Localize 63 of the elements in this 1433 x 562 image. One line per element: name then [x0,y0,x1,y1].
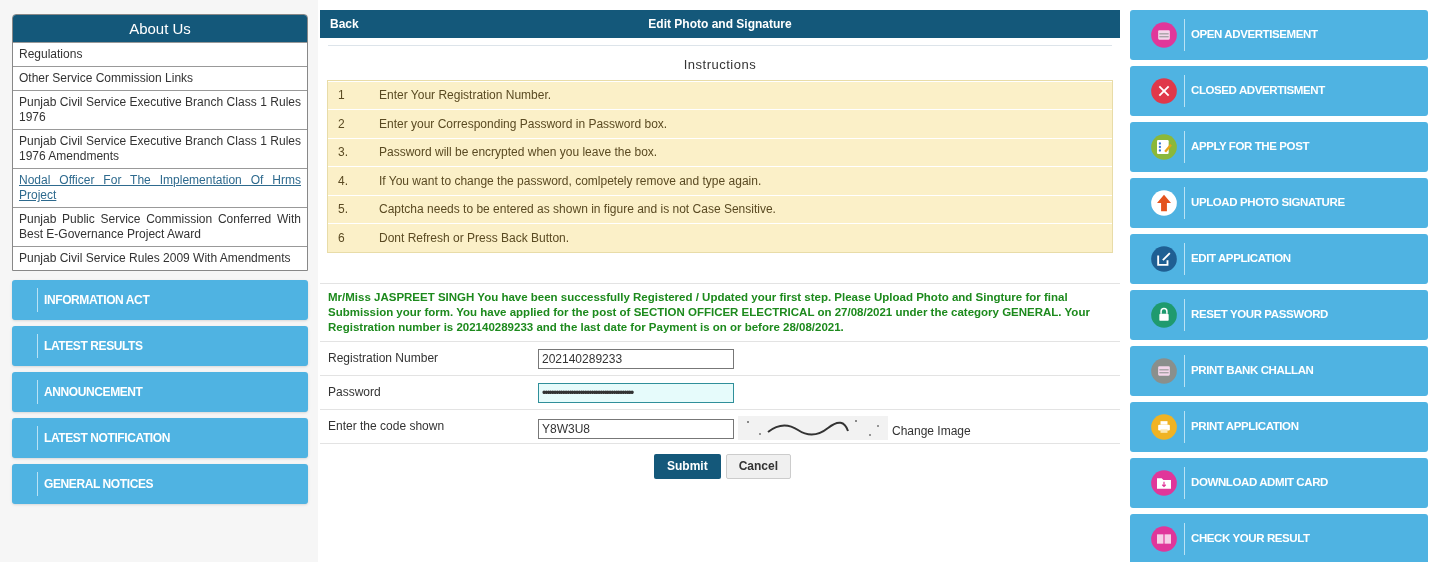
section-title: Instructions [682,56,758,74]
menu-label: EDIT APPLICATION [1184,243,1291,275]
submit-button[interactable]: Submit [654,453,721,479]
row-number: 2 [337,115,346,133]
about-item[interactable]: Other Service Commission Links [13,66,307,90]
menu-label: UPLOAD PHOTO SIGNATURE [1184,187,1345,219]
back-link[interactable]: Back [330,15,390,33]
menu-label: DOWNLOAD ADMIT CARD [1184,467,1328,499]
menu-label: OPEN ADVERTISEMENT [1184,19,1318,51]
instruction-text: Dont Refresh or Press Back Button. [379,229,570,247]
about-item[interactable]: Punjab Civil Service Rules 2009 With Amendments [13,246,307,270]
menu-button[interactable]: CHECK YOUR RESULT [1130,514,1428,562]
field-label: Password [328,383,382,401]
panel-title: About Us [13,15,307,42]
menu-button[interactable]: CLOSED ADVERTISMENT [1130,66,1428,116]
menu-label: PRINT APPLICATION [1184,411,1299,443]
menu-button[interactable]: PRINT APPLICATION [1130,402,1428,452]
instruction-text: Enter Your Registration Number. [379,87,552,105]
row-number: 4. [337,172,349,190]
menu-button[interactable]: UPLOAD PHOTO SIGNATURE [1130,178,1428,228]
menu-label: PRINT BANK CHALLAN [1184,355,1314,387]
menu-button[interactable]: LATEST NOTIFICATION [12,418,308,458]
about-item[interactable]: Punjab Civil Service Executive Branch Class 1 Rules 1976 Amendments [13,129,307,168]
menu-button[interactable]: PRINT BANK CHALLAN [1130,346,1428,396]
about-item[interactable]: Punjab Civil Service Executive Branch Class 1 Rules 1976 [13,90,307,129]
menu-button[interactable]: ANNOUNCEMENT [12,372,308,412]
about-item[interactable]: Punjab Public Service Commission Conferred With Best E-Governance Project Award [13,207,307,246]
menu-button[interactable]: APPLY FOR THE POST [1130,122,1428,172]
menu-button[interactable]: DOWNLOAD ADMIT CARD [1130,458,1428,508]
row-number: 3. [337,144,349,162]
menu-label: CHECK YOUR RESULT [1184,523,1310,555]
instruction-text: If You want to change the password, comlpetely remove and type again. [379,172,762,190]
menu-label: RESET YOUR PASSWORD [1184,299,1329,331]
row-number: 6 [337,229,346,247]
menu-label: APPLY FOR THE POST [1184,131,1310,163]
menu-button[interactable]: EDIT APPLICATION [1130,234,1428,284]
menu-label: LATEST NOTIFICATION [37,426,170,450]
menu-label: GENERAL NOTICES [37,472,154,496]
menu-button[interactable]: LATEST RESULTS [12,326,308,366]
menu-button[interactable]: RESET YOUR PASSWORD [1130,290,1428,340]
page-title: Edit Photo and Signature [647,16,793,33]
field-label: Registration Number [328,349,440,367]
row-number: 5. [337,201,349,219]
menu-label: CLOSED ADVERTISMENT [1184,75,1325,107]
row-number: 1 [337,87,346,105]
input-field[interactable]: Y8W3U8 [538,418,734,439]
field-label: Enter the code shown [328,417,446,435]
menu-label: LATEST RESULTS [37,334,143,358]
input-field[interactable]: ••••••••••••••••••••••••••••••••••••••••• [538,382,734,403]
success-message: Mr/Miss JASPREET SINGH You have been successfully Registered / Updated your first step. Please Upload Photo and Singture for final Submission your form. You have applied for the post of SECTION OFFICER ELECTRICAL on 27/08/2021 under the category GENERAL. Your Registration number is 202140289233 and the last date for Payment is on or before 28/08/2021. [327,289,1091,335]
instruction-text: Captcha needs to be entered as shown in figure and is not Case Sensitive. [379,201,776,219]
instruction-text: Enter your Corresponding Password in Password box. [379,115,668,133]
menu-button[interactable]: OPEN ADVERTISEMENT [1130,10,1428,60]
about-item[interactable]: Regulations [13,42,307,66]
instruction-text: Password will be encrypted when you leave the box. [379,144,658,162]
input-field[interactable]: 202140289233 [538,348,734,369]
about-link[interactable]: Nodal Officer For The Implementation Of Hrms Project [13,168,307,207]
change-image-link[interactable]: Change Image [892,421,971,440]
cancel-button[interactable]: Cancel [725,453,791,479]
menu-button[interactable]: GENERAL NOTICES [12,464,308,504]
menu-button[interactable]: INFORMATION ACT [12,280,308,320]
menu-label: ANNOUNCEMENT [37,380,143,404]
menu-label: INFORMATION ACT [37,288,150,312]
